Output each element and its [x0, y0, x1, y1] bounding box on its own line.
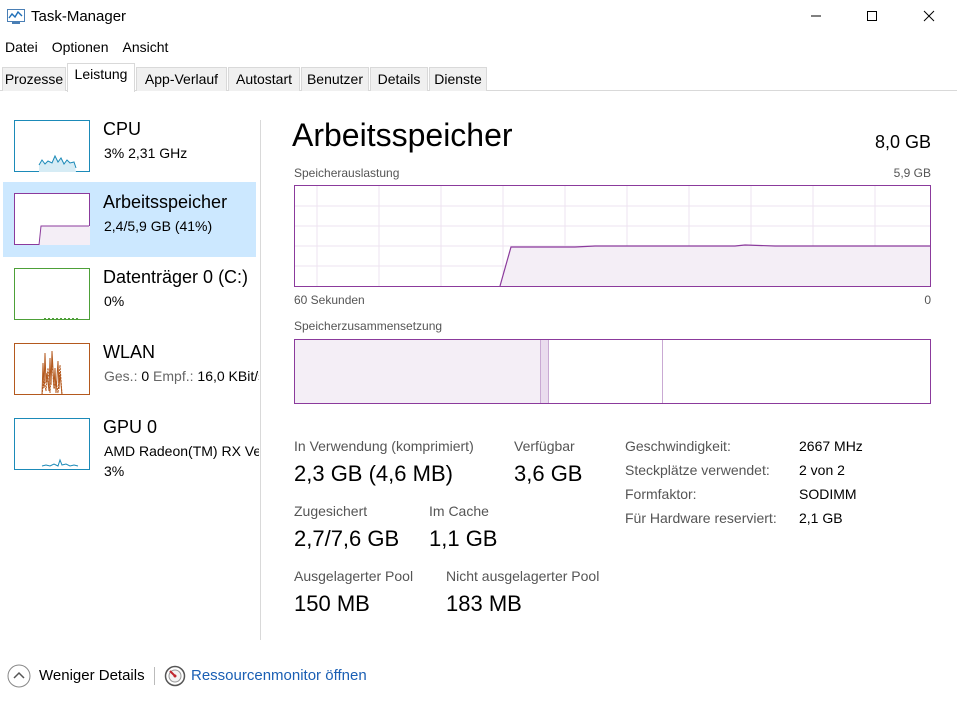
graph-time-start: 60 Sekunden: [294, 293, 365, 307]
resource-monitor-icon[interactable]: [164, 665, 186, 687]
device-name: Arbeitsspeicher: [103, 192, 228, 212]
page-title: Arbeitsspeicher: [292, 117, 513, 153]
tab-dienste[interactable]: Dienste: [429, 67, 487, 91]
device-list: CPU 3% 2,31 GHz Arbeitsspeicher 2,4/5,9 …: [0, 92, 262, 640]
memory-thumbnail-graph: [14, 193, 90, 245]
nonpaged-pool-value: 183 MB: [446, 591, 522, 616]
device-sub: 3% 2,31 GHz: [104, 145, 188, 161]
task-manager-icon: [7, 9, 25, 24]
composition-label: Speicherzusammensetzung: [294, 319, 443, 333]
menu-ansicht[interactable]: Ansicht: [118, 37, 174, 59]
paged-pool-value: 150 MB: [294, 591, 370, 616]
tab-bar: Prozesse Leistung App-Verlauf Autostart …: [0, 63, 957, 92]
wlan-receive-value: 16,0 KBit/s: [197, 368, 259, 384]
footer-bar: Weniger Details Ressourcenmonitor öffnen: [0, 656, 957, 696]
wlan-send-label: Ges.:: [104, 368, 138, 384]
device-sub2: 3%: [104, 463, 125, 479]
form-factor-label: Formfaktor:: [625, 486, 697, 502]
device-name: Datenträger 0 (C:): [103, 267, 249, 287]
memory-usage-graph-svg: [295, 186, 930, 287]
open-resource-monitor-link[interactable]: Ressourcenmonitor öffnen: [191, 667, 367, 684]
slots-value: 2 von 2: [799, 462, 845, 478]
device-name: WLAN: [103, 342, 156, 362]
cached-label: Im Cache: [429, 503, 489, 519]
committed-label: Zugesichert: [294, 503, 368, 519]
memory-usage-graph: [294, 185, 931, 287]
chevron-up-circle-icon[interactable]: [7, 664, 31, 688]
window-title: Task-Manager: [31, 8, 127, 25]
minimize-icon: [811, 15, 821, 17]
tab-autostart[interactable]: Autostart: [228, 67, 300, 91]
available-label: Verfügbar: [514, 438, 575, 454]
memory-total: 8,0 GB: [874, 132, 931, 152]
available-value: 3,6 GB: [514, 461, 583, 486]
speed-label: Geschwindigkeit:: [625, 438, 731, 454]
usage-graph-max: 5,9 GB: [893, 166, 931, 180]
maximize-button[interactable]: [843, 0, 901, 32]
tab-prozesse[interactable]: Prozesse: [2, 67, 66, 91]
hardware-reserved-value: 2,1 GB: [799, 510, 843, 526]
cpu-thumbnail-graph: [14, 120, 90, 172]
wlan-send-value: 0: [141, 368, 150, 384]
menu-datei[interactable]: Datei: [0, 37, 43, 59]
device-sub: 2,4/5,9 GB (41%): [104, 218, 213, 234]
wlan-rates: Ges.: 0 Empf.: 16,0 KBit/s: [104, 368, 259, 384]
title-bar: Task-Manager: [0, 0, 957, 34]
slots-label: Steckplätze verwendet:: [625, 462, 770, 478]
cached-value: 1,1 GB: [429, 526, 498, 551]
composition-in-use: [295, 340, 540, 403]
graph-time-end: 0: [924, 293, 931, 307]
device-memory[interactable]: Arbeitsspeicher 2,4/5,9 GB (41%): [3, 182, 256, 257]
maximize-icon: [867, 11, 877, 21]
fewer-details-button[interactable]: Weniger Details: [39, 667, 145, 684]
tab-benutzer[interactable]: Benutzer: [301, 67, 369, 91]
device-sub: AMD Radeon(TM) RX Vega: [104, 443, 259, 459]
nonpaged-pool-label: Nicht ausgelagerter Pool: [446, 568, 600, 584]
disk-thumbnail-graph: [14, 268, 90, 320]
device-gpu[interactable]: GPU 0 AMD Radeon(TM) RX Vega 3%: [3, 407, 259, 482]
panel-divider: [260, 120, 261, 640]
minimize-button[interactable]: [787, 0, 845, 32]
speed-value: 2667 MHz: [799, 438, 863, 454]
device-name: GPU 0: [103, 417, 158, 437]
gpu-thumbnail-graph: [14, 418, 90, 470]
device-cpu[interactable]: CPU 3% 2,31 GHz: [3, 109, 256, 184]
tab-leistung[interactable]: Leistung: [67, 63, 135, 92]
tab-details[interactable]: Details: [370, 67, 428, 91]
menu-optionen[interactable]: Optionen: [47, 37, 114, 59]
in-use-value: 2,3 GB (4,6 MB): [294, 461, 453, 486]
composition-free: [663, 340, 930, 403]
paged-pool-label: Ausgelagerter Pool: [294, 568, 414, 584]
menu-bar: Datei Optionen Ansicht: [0, 37, 177, 59]
memory-composition-bar: [294, 339, 931, 404]
composition-modified: [540, 340, 549, 403]
wlan-thumbnail-graph: [14, 343, 90, 395]
wlan-receive-label: Empf.:: [153, 368, 194, 384]
committed-value: 2,7/7,6 GB: [294, 526, 400, 551]
composition-standby: [549, 340, 663, 403]
device-sub: 0%: [104, 293, 125, 309]
device-name: CPU: [103, 119, 142, 139]
form-factor-value: SODIMM: [799, 486, 857, 502]
device-disk[interactable]: Datenträger 0 (C:) 0%: [3, 257, 256, 332]
usage-graph-label: Speicherauslastung: [294, 166, 400, 180]
tab-app-verlauf[interactable]: App-Verlauf: [136, 67, 227, 91]
close-button[interactable]: [900, 0, 957, 32]
close-icon: [923, 10, 935, 22]
hardware-reserved-label: Für Hardware reserviert:: [625, 510, 777, 526]
in-use-label: In Verwendung (komprimiert): [294, 438, 474, 454]
footer-separator: [154, 667, 155, 685]
device-wlan[interactable]: WLAN Ges.: 0 Empf.: 16,0 KBit/s: [3, 332, 259, 407]
